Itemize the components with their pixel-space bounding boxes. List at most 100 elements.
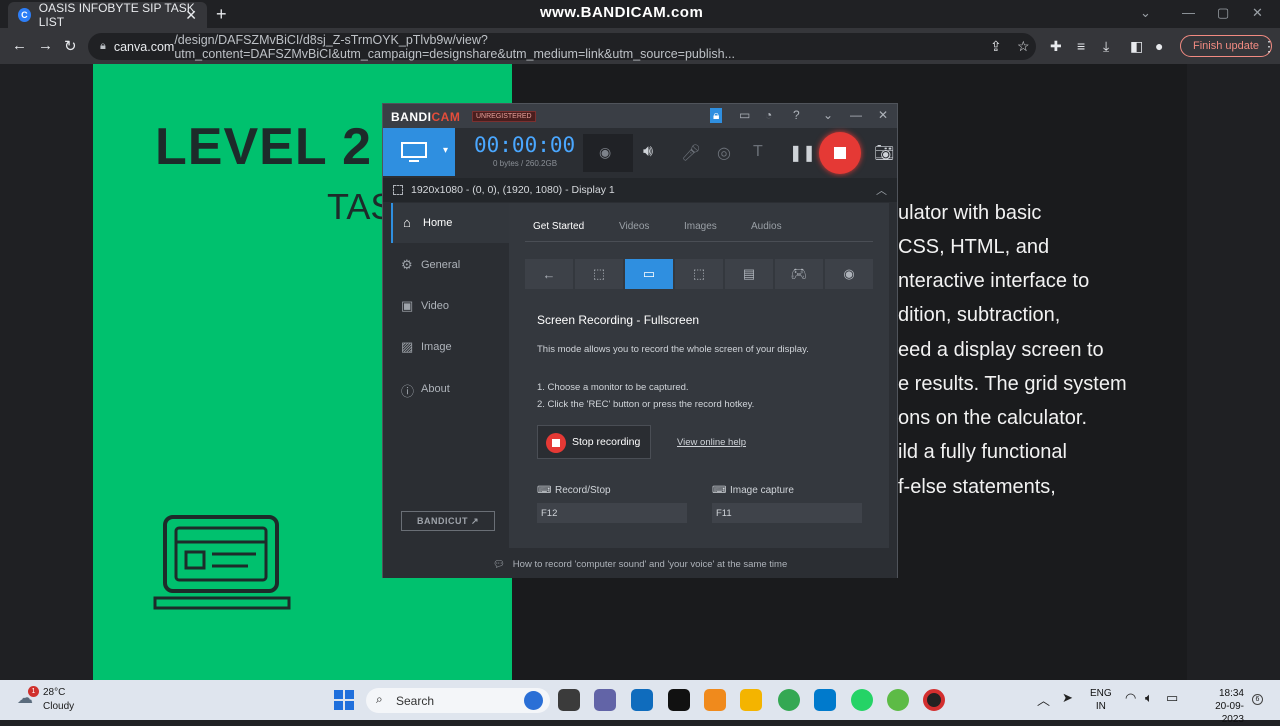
volume-icon[interactable]: 🔈︎ — [1145, 690, 1153, 706]
profile-avatar-icon[interactable]: ● — [1155, 38, 1163, 54]
audio-mode-icon[interactable]: ◉ — [825, 259, 873, 289]
nav-video[interactable]: ▣ Video — [391, 286, 509, 326]
nav-general[interactable]: ⚙ General — [391, 245, 509, 285]
microphone-icon[interactable]: 🎤︎ — [681, 143, 701, 163]
forward-icon[interactable]: → — [38, 37, 53, 54]
weather-condition[interactable]: Cloudy — [43, 701, 74, 712]
nav-image[interactable]: ▨ Image — [391, 327, 509, 367]
extensions-icon[interactable]: ✚ — [1050, 38, 1062, 55]
game-mode-icon[interactable]: 🎮︎ — [775, 259, 823, 289]
minimize-icon[interactable]: — — [850, 108, 862, 122]
browser-tab[interactable]: C OASIS INFOBYTE SIP TASK LIST ✕ — [8, 1, 207, 29]
whatsapp-icon[interactable] — [851, 689, 873, 711]
system-clock[interactable]: 18:34 20-09-2023 — [1202, 687, 1244, 726]
image-hotkey-field[interactable]: F11 — [712, 503, 862, 523]
region-icon — [393, 185, 403, 195]
mouse-click-icon[interactable]: ◎ — [717, 143, 731, 163]
reading-list-icon[interactable]: ≡ — [1077, 38, 1085, 54]
help-icon[interactable]: ? — [793, 108, 800, 122]
collapse-icon[interactable]: ⌄ — [823, 108, 833, 122]
image-hotkey-label: Image capture — [730, 485, 794, 496]
file-explorer-icon[interactable] — [740, 689, 762, 711]
bandicam-main-panel: Get Started Videos Images Audios ← ⬚ ▭ ⬚… — [509, 203, 889, 548]
display-info: 1920x1080 - (0, 0), (1920, 1080) - Displ… — [411, 184, 615, 196]
unregistered-badge[interactable]: UNREGISTERED — [472, 111, 536, 122]
back-icon[interactable]: ← — [525, 259, 573, 289]
chevron-up-icon[interactable]: ︿ — [1037, 690, 1050, 709]
info-icon: ⓘ — [401, 384, 415, 399]
camera-icon[interactable]: 📷︎ — [874, 143, 894, 163]
close-tab-icon[interactable]: ✕ — [185, 7, 197, 24]
record-hotkey-field[interactable]: F12 — [537, 503, 687, 523]
bookmark-star-icon[interactable]: ☆ — [1017, 38, 1030, 55]
device-mode-icon[interactable]: ▤ — [725, 259, 773, 289]
weather-badge: 1 — [28, 686, 39, 697]
chevron-down-icon[interactable]: ⌄ — [1140, 5, 1151, 21]
close-window-icon[interactable]: ✕ — [1252, 5, 1263, 21]
screen-mode-button[interactable]: ▾ — [383, 128, 455, 176]
minimize-icon[interactable]: — — [1182, 5, 1195, 20]
download-icon[interactable]: ⤓ — [1103, 38, 1109, 55]
chrome-icon[interactable] — [778, 689, 800, 711]
nav-home[interactable]: ⌂ Home — [391, 203, 509, 243]
around-mouse-mode-icon[interactable]: ⬚ — [675, 259, 723, 289]
mail-icon[interactable] — [631, 689, 653, 711]
finish-update-button[interactable]: Finish update — [1180, 35, 1272, 57]
vlc-icon[interactable] — [704, 689, 726, 711]
share-icon[interactable]: ⇪ — [990, 38, 1002, 55]
new-tab-button[interactable]: + — [216, 4, 227, 25]
online-help-link[interactable]: View online help — [677, 437, 746, 448]
close-icon[interactable]: ✕ — [878, 108, 888, 122]
stop-icon — [834, 147, 846, 159]
mode-dropdown-icon[interactable]: ▾ — [443, 145, 448, 156]
text-overlay-icon[interactable]: T — [753, 143, 763, 161]
search-label: Search — [396, 693, 435, 708]
tab-get-started[interactable]: Get Started — [533, 221, 584, 232]
location-icon[interactable]: ➤ — [1062, 690, 1073, 706]
tab-images[interactable]: Images — [684, 221, 717, 232]
stop-record-button[interactable] — [819, 132, 861, 174]
lang-top: ENG — [1090, 688, 1112, 699]
task-view-icon[interactable] — [558, 689, 580, 711]
webcam-icon: ◉ — [599, 144, 612, 160]
rectangle-mode-icon[interactable]: ⬚ — [575, 259, 623, 289]
bandicam-taskbar-icon[interactable] — [923, 689, 945, 711]
stop-recording-button[interactable]: Stop recording — [537, 425, 651, 459]
bing-icon[interactable] — [524, 691, 543, 710]
menu-icon[interactable]: ⋮ — [1262, 38, 1276, 55]
bandicut-button[interactable]: BANDICUT ↗ — [401, 511, 495, 531]
nav-about[interactable]: ⓘ About — [391, 369, 509, 409]
taskbar-search[interactable]: ⌕ Search — [366, 688, 550, 713]
pause-icon[interactable]: ❚❚ — [789, 143, 816, 163]
footer-tip: How to record 'computer sound' and 'your… — [512, 558, 788, 570]
teams-icon[interactable] — [594, 689, 616, 711]
tab-audios[interactable]: Audios — [751, 221, 782, 232]
weather-temp[interactable]: 28°C — [43, 687, 65, 698]
tab-videos[interactable]: Videos — [619, 221, 649, 232]
side-panel-icon[interactable]: ◧ — [1130, 38, 1143, 55]
display-info-bar[interactable]: 1920x1080 - (0, 0), (1920, 1080) - Displ… — [383, 178, 897, 202]
bandicam-footer[interactable]: 💬︎ How to record 'computer sound' and 'y… — [383, 550, 897, 578]
maximize-icon[interactable]: ▢ — [1217, 5, 1229, 21]
fullscreen-mode-icon[interactable]: ▭ — [625, 259, 673, 289]
chevron-up-icon[interactable]: ︿ — [876, 182, 887, 198]
language-indicator[interactable]: ENG IN — [1090, 687, 1112, 713]
bandicam-titlebar[interactable]: BANDICAM UNREGISTERED 🔒︎ ▭ ◔ ? ⌄ — ✕ — [383, 104, 897, 128]
address-bar[interactable]: 🔒︎ canva.com/design/DAFSZMvBiCI/d8sj_Z-s… — [88, 33, 1036, 61]
clock-icon[interactable]: ◔ — [765, 108, 772, 122]
webcam-button[interactable]: ◉ — [583, 134, 633, 172]
battery-icon[interactable]: ▭ — [1166, 690, 1178, 706]
speaker-icon[interactable]: 🔊︎ — [643, 143, 653, 161]
lock-icon[interactable]: 🔒︎ — [710, 108, 723, 123]
wifi-icon[interactable]: ◠ — [1125, 690, 1136, 706]
vscode-icon[interactable] — [814, 689, 836, 711]
notification-count[interactable]: 6 — [1252, 694, 1263, 705]
chat-icon: 💬︎ — [492, 558, 505, 570]
clock-date: 20-09-2023 — [1215, 701, 1244, 725]
notion-icon[interactable] — [668, 689, 690, 711]
folder-icon[interactable]: ▭ — [739, 108, 750, 122]
utorrent-icon[interactable] — [887, 689, 909, 711]
reload-icon[interactable]: ↻ — [64, 37, 77, 55]
start-button[interactable] — [334, 690, 354, 710]
back-icon[interactable]: ← — [12, 37, 27, 54]
